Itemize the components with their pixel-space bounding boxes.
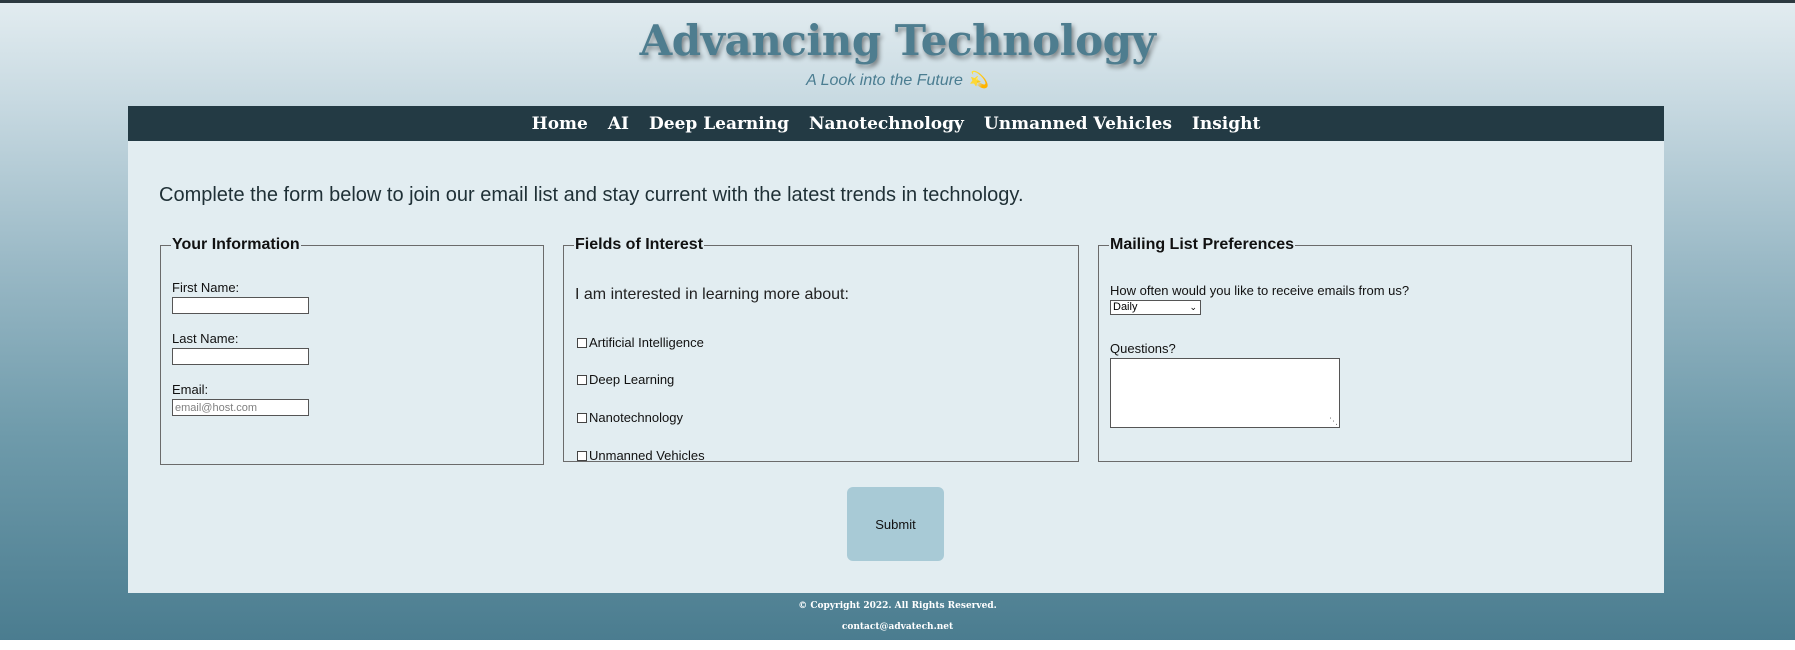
nav-unmanned-vehicles[interactable]: Unmanned Vehicles	[984, 114, 1172, 134]
page-background: Advancing Technology A Look into the Fut…	[0, 0, 1795, 640]
checkbox-label: Nanotechnology	[589, 410, 683, 425]
first-name-input[interactable]	[172, 297, 309, 314]
tagline: A Look into the Future 💫	[0, 70, 1795, 90]
last-name-label: Last Name:	[172, 331, 239, 346]
sparkle-icon: 💫	[968, 72, 989, 89]
checkbox[interactable]	[577, 450, 587, 461]
resize-handle-icon[interactable]: ⋱	[1329, 417, 1338, 427]
frequency-question: How often would you like to receive emai…	[1110, 283, 1410, 298]
email-input[interactable]	[172, 399, 309, 416]
intro-text: Complete the form below to join our emai…	[159, 184, 1024, 206]
frequency-select[interactable]: Daily ⌄	[1110, 300, 1201, 315]
main-content: Complete the form below to join our emai…	[128, 141, 1664, 593]
nav-ai[interactable]: AI	[608, 114, 629, 134]
checkbox-label: Artificial Intelligence	[589, 335, 704, 350]
checkbox-label: Deep Learning	[589, 372, 675, 387]
checkbox[interactable]	[577, 412, 587, 423]
first-name-label: First Name:	[172, 280, 240, 295]
nav-deep-learning[interactable]: Deep Learning	[649, 114, 789, 134]
interest-option-nanotechnology[interactable]: Nanotechnology	[577, 410, 683, 425]
mailing-preferences-legend: Mailing List Preferences	[1110, 236, 1295, 253]
checkbox[interactable]	[577, 374, 587, 385]
site-title: Advancing Technology	[639, 16, 1156, 65]
nav-insight[interactable]: Insight	[1192, 114, 1260, 134]
interest-prompt: I am interested in learning more about:	[575, 286, 849, 303]
checkbox-label: Unmanned Vehicles	[589, 448, 705, 463]
fields-of-interest-fieldset: Fields of Interest I am interested in le…	[563, 236, 1079, 463]
last-name-input[interactable]	[172, 348, 309, 365]
frequency-selected-value: Daily	[1113, 301, 1138, 313]
email-label: Email:	[172, 382, 209, 397]
mailing-preferences-fieldset: Mailing List Preferences How often would…	[1098, 236, 1632, 462]
your-information-fieldset: Your Information First Name: Last Name: …	[160, 236, 544, 465]
questions-label: Questions?	[1110, 341, 1176, 356]
fields-of-interest-legend: Fields of Interest	[575, 236, 704, 253]
checkbox[interactable]	[577, 337, 587, 348]
first-name-group: First Name:	[172, 280, 309, 314]
footer-contact[interactable]: contact@advatech.net	[0, 622, 1795, 632]
main-nav: Home AI Deep Learning Nanotechnology Unm…	[128, 106, 1664, 141]
submit-button[interactable]: Submit	[847, 487, 944, 561]
your-information-legend: Your Information	[172, 236, 300, 253]
last-name-group: Last Name:	[172, 331, 309, 365]
questions-textarea[interactable]: ⋱	[1110, 358, 1340, 428]
interest-option-deep-learning[interactable]: Deep Learning	[577, 372, 674, 387]
interest-option-ai[interactable]: Artificial Intelligence	[577, 335, 704, 350]
nav-nanotechnology[interactable]: Nanotechnology	[809, 114, 964, 134]
nav-home[interactable]: Home	[532, 114, 588, 134]
footer-copyright: © Copyright 2022. All Rights Reserved.	[798, 601, 997, 611]
interest-option-unmanned-vehicles[interactable]: Unmanned Vehicles	[577, 448, 705, 463]
chevron-down-icon: ⌄	[1189, 302, 1197, 312]
tagline-text: A Look into the Future	[806, 72, 963, 89]
email-group: Email:	[172, 382, 309, 416]
